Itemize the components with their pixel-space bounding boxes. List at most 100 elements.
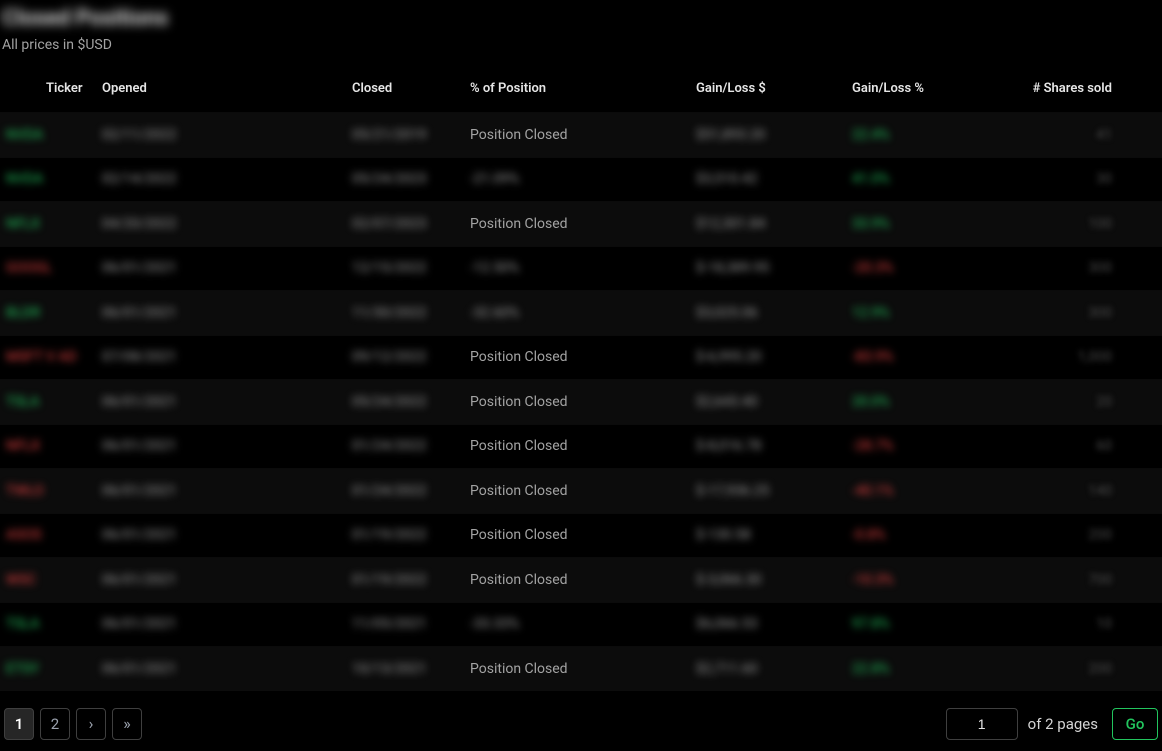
cell-gain-usd: $6,066.53	[648, 602, 840, 647]
cell-closed: 01/19/2022	[268, 558, 458, 603]
page-1-button[interactable]: 1	[4, 708, 34, 740]
cell-opened: 06/01/2021	[90, 513, 268, 558]
table-row[interactable]: ETSY06/01/202110/13/2021Position Closed$…	[0, 647, 1162, 692]
table-row[interactable]: BLDR06/01/202111/30/2022-32.60%$3,025.06…	[0, 291, 1162, 336]
cell-closed: 01/24/2022	[268, 469, 458, 514]
cell-opened: 02/14/2022	[90, 157, 268, 202]
cell-opened: 06/01/2021	[90, 469, 268, 514]
cell-shares: 140	[1015, 469, 1162, 514]
chevron-double-right-icon: »	[123, 716, 131, 732]
cell-gain-pct: -20.3%	[840, 246, 1015, 291]
page-2-button[interactable]: 2	[40, 708, 70, 740]
cell-ticker: WSC	[0, 558, 90, 603]
cell-opened: 07/08/2021	[90, 335, 268, 380]
cell-shares: 20	[1015, 380, 1162, 425]
cell-ticker: NVDA	[0, 157, 90, 202]
cell-pct: Position Closed	[458, 469, 648, 514]
cell-shares: 30	[1015, 157, 1162, 202]
positions-table: Ticker Opened Closed % of Position Gain/…	[0, 67, 1162, 691]
chevron-right-icon: ›	[89, 716, 94, 732]
cell-closed: 11/05/2021	[268, 602, 458, 647]
col-ticker[interactable]: Ticker	[0, 67, 90, 113]
cell-gain-pct: 97.8%	[840, 602, 1015, 647]
cell-pct: -12.50%	[458, 246, 648, 291]
cell-gain-pct: -28.7%	[840, 424, 1015, 469]
cell-gain-pct: 12.9%	[840, 291, 1015, 336]
go-button[interactable]: Go	[1112, 708, 1158, 740]
pagination: 1 2 › » of 2 pages Go	[0, 696, 1162, 751]
cell-pct: Position Closed	[458, 113, 648, 158]
cell-closed: 12/15/2022	[268, 246, 458, 291]
last-page-button[interactable]: »	[112, 708, 142, 740]
col-gain-usd[interactable]: Gain/Loss $	[648, 67, 840, 113]
page-number-input[interactable]	[946, 708, 1018, 740]
cell-gain-usd: $2,643.40	[648, 380, 840, 425]
cell-ticker: NFLX	[0, 202, 90, 247]
table-row[interactable]: MSFT V AD07/08/202109/12/2022Position Cl…	[0, 335, 1162, 380]
cell-ticker: MSFT V AD	[0, 335, 90, 380]
cell-gain-usd: $3,510.42	[648, 157, 840, 202]
cell-pct: -21.09%	[458, 157, 648, 202]
cell-gain-usd: $-6,995.20	[648, 335, 840, 380]
cell-shares: 1,000	[1015, 335, 1162, 380]
cell-pct: Position Closed	[458, 424, 648, 469]
cell-ticker: TSLA	[0, 380, 90, 425]
cell-gain-pct: 22.4%	[840, 113, 1015, 158]
cell-gain-usd: $-3,066.30	[648, 558, 840, 603]
cell-pct: Position Closed	[458, 202, 648, 247]
cell-pct: Position Closed	[458, 380, 648, 425]
cell-gain-usd: $-18,389.95	[648, 246, 840, 291]
cell-ticker: NVDA	[0, 113, 90, 158]
cell-closed: 01/24/2022	[268, 424, 458, 469]
cell-ticker: ETSY	[0, 647, 90, 692]
cell-pct: Position Closed	[458, 335, 648, 380]
table-row[interactable]: NFLX06/01/202101/24/2022Position Closed$…	[0, 424, 1162, 469]
cell-gain-pct: 33.9%	[840, 202, 1015, 247]
table-row[interactable]: GOOGL06/01/202112/15/2022-12.50%$-18,389…	[0, 246, 1162, 291]
cell-gain-pct: 20.0%	[840, 380, 1015, 425]
col-gain-pct[interactable]: Gain/Loss %	[840, 67, 1015, 113]
page-title: Closed Positions	[2, 6, 1162, 31]
col-opened[interactable]: Opened	[90, 67, 268, 113]
cell-closed: 05/21/2019	[268, 113, 458, 158]
cell-gain-pct: 41.0%	[840, 157, 1015, 202]
cell-closed: 09/12/2022	[268, 335, 458, 380]
cell-pct: Position Closed	[458, 558, 648, 603]
page-subtitle: All prices in $USD	[2, 37, 1162, 53]
cell-opened: 06/01/2021	[90, 380, 268, 425]
cell-opened: 06/01/2021	[90, 424, 268, 469]
cell-pct: Position Closed	[458, 647, 648, 692]
table-row[interactable]: TSLA06/01/202105/24/2022Position Closed$…	[0, 380, 1162, 425]
cell-shares: 100	[1015, 202, 1162, 247]
cell-shares: 300	[1015, 291, 1162, 336]
col-shares[interactable]: # Shares sold	[1015, 67, 1162, 113]
cell-opened: 06/01/2021	[90, 246, 268, 291]
table-header-row: Ticker Opened Closed % of Position Gain/…	[0, 67, 1162, 113]
cell-opened: 06/01/2021	[90, 602, 268, 647]
cell-closed: 05/24/2023	[268, 157, 458, 202]
col-pct[interactable]: % of Position	[458, 67, 648, 113]
cell-gain-pct: -0.8%	[840, 513, 1015, 558]
table-row[interactable]: TWLO06/01/202101/24/2022Position Closed$…	[0, 469, 1162, 514]
cell-shares: 700	[1015, 558, 1162, 603]
header: Closed Positions All prices in $USD	[0, 0, 1162, 67]
cell-shares: 41	[1015, 113, 1162, 158]
next-page-button[interactable]: ›	[76, 708, 106, 740]
cell-shares: 60	[1015, 424, 1162, 469]
cell-closed: 05/24/2022	[268, 380, 458, 425]
cell-gain-usd: $-8,016.78	[648, 424, 840, 469]
cell-gain-usd: $2,711.60	[648, 647, 840, 692]
table-row[interactable]: ASOS06/01/202101/19/2022Position Closed$…	[0, 513, 1162, 558]
cell-gain-pct: -83.9%	[840, 335, 1015, 380]
cell-closed: 11/30/2022	[268, 291, 458, 336]
col-closed[interactable]: Closed	[268, 67, 458, 113]
cell-ticker: GOOGL	[0, 246, 90, 291]
table-row[interactable]: NFLX04/20/202202/07/2023Position Closed$…	[0, 202, 1162, 247]
table-row[interactable]: TSLA06/01/202111/05/2021-33.33%$6,066.53…	[0, 602, 1162, 647]
cell-gain-usd: $-130.58	[648, 513, 840, 558]
table-row[interactable]: WSC06/01/202101/19/2022Position Closed$-…	[0, 558, 1162, 603]
cell-pct: -32.60%	[458, 291, 648, 336]
table-row[interactable]: NVDA02/11/202205/21/2019Position Closed$…	[0, 113, 1162, 158]
cell-closed: 02/07/2023	[268, 202, 458, 247]
table-row[interactable]: NVDA02/14/202205/24/2023-21.09%$3,510.42…	[0, 157, 1162, 202]
